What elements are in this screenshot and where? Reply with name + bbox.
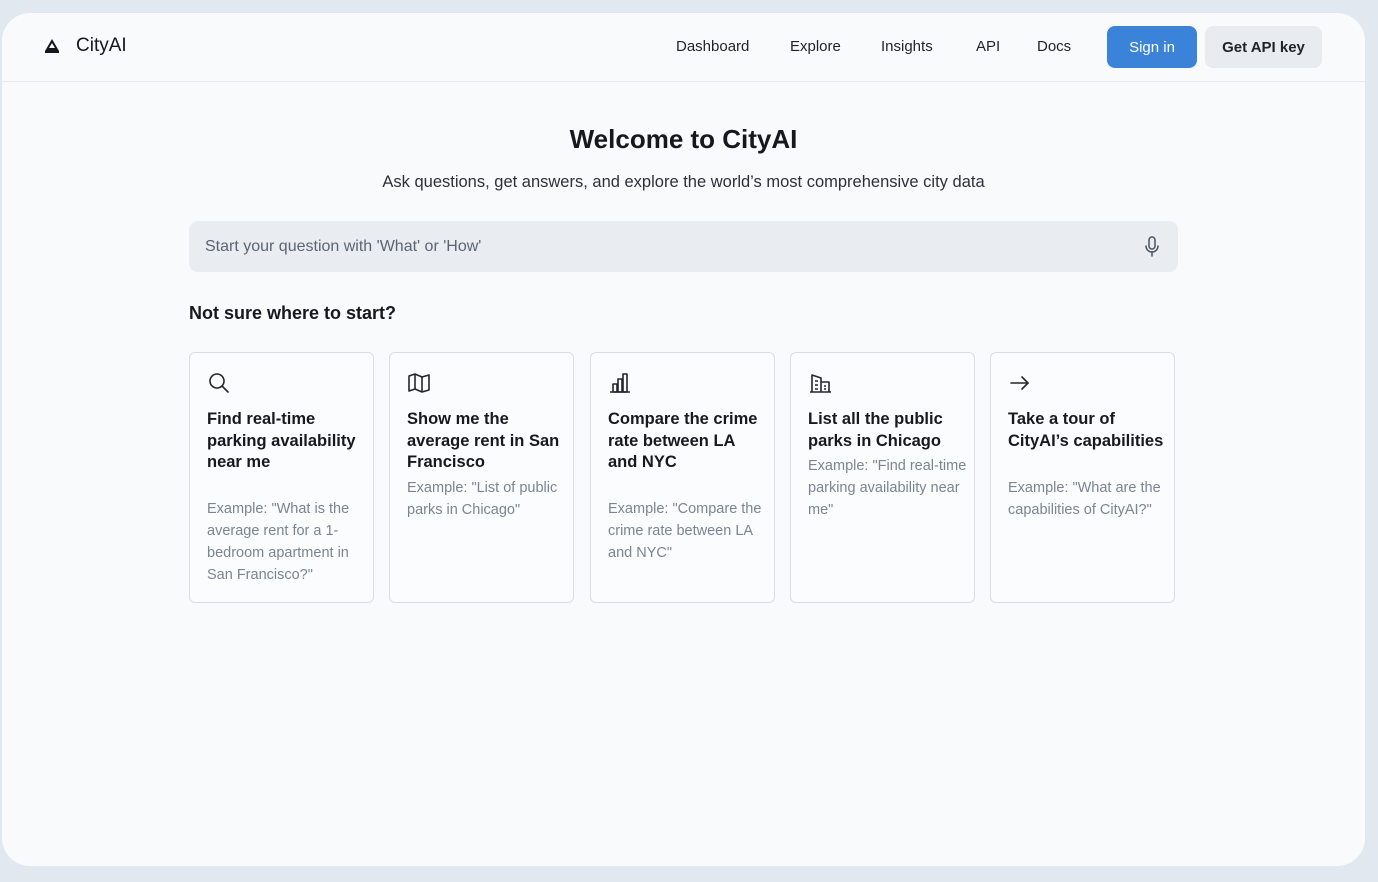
suggestions-heading: Not sure where to start? bbox=[189, 303, 397, 323]
logo-icon bbox=[44, 39, 60, 53]
card-title: Show me the average rent in San Francisc… bbox=[407, 410, 560, 471]
bar-chart-icon bbox=[608, 371, 632, 395]
sign-in-button[interactable]: Sign in bbox=[1107, 26, 1197, 68]
building-icon bbox=[808, 371, 832, 395]
card-example: Example: "Compare the crime rate between… bbox=[608, 501, 762, 561]
page-title: Welcome to CityAI bbox=[569, 124, 798, 154]
get-api-key-button[interactable]: Get API key bbox=[1205, 26, 1322, 68]
card-example: Example: "What are the capabilities of C… bbox=[1008, 480, 1161, 518]
suggestion-card-parks[interactable]: List all the public parks in Chicago Exa… bbox=[790, 352, 975, 603]
nav-insights[interactable]: Insights bbox=[881, 38, 933, 55]
card-example: Example: "What is the average rent for a… bbox=[207, 501, 350, 583]
search-bar bbox=[189, 221, 1178, 272]
card-title: Find real-time parking availability near… bbox=[207, 410, 356, 471]
brand-name: CityAI bbox=[76, 35, 127, 56]
top-bar: CityAI Dashboard Explore Insights API Do… bbox=[2, 13, 1365, 82]
microphone-icon[interactable] bbox=[1144, 236, 1160, 258]
card-example: Example: "Find real-time parking availab… bbox=[808, 458, 967, 518]
brand-logo[interactable]: CityAI bbox=[44, 35, 127, 57]
app-window: CityAI Dashboard Explore Insights API Do… bbox=[2, 13, 1365, 866]
suggestion-card-rent[interactable]: Show me the average rent in San Francisc… bbox=[389, 352, 574, 603]
card-title: Compare the crime rate between LA and NY… bbox=[608, 410, 758, 471]
map-icon bbox=[407, 371, 431, 395]
card-example: Example: "List of public parks in Chicag… bbox=[407, 480, 558, 518]
suggestion-card-tour[interactable]: Take a tour of CityAI’s capabilities Exa… bbox=[990, 352, 1175, 603]
page-subtitle: Ask questions, get answers, and explore … bbox=[382, 173, 985, 191]
nav-docs[interactable]: Docs bbox=[1037, 38, 1071, 55]
nav-explore[interactable]: Explore bbox=[790, 38, 841, 55]
card-title: Take a tour of CityAI’s capabilities bbox=[1008, 410, 1164, 450]
search-input[interactable] bbox=[205, 221, 1125, 272]
search-icon bbox=[207, 371, 231, 395]
suggestion-card-parking[interactable]: Find real-time parking availability near… bbox=[189, 352, 374, 603]
suggestion-card-crime[interactable]: Compare the crime rate between LA and NY… bbox=[590, 352, 775, 603]
card-title: List all the public parks in Chicago bbox=[808, 410, 943, 450]
arrow-right-icon bbox=[1008, 371, 1032, 395]
nav-dashboard[interactable]: Dashboard bbox=[676, 38, 749, 55]
nav-api[interactable]: API bbox=[976, 38, 1000, 55]
